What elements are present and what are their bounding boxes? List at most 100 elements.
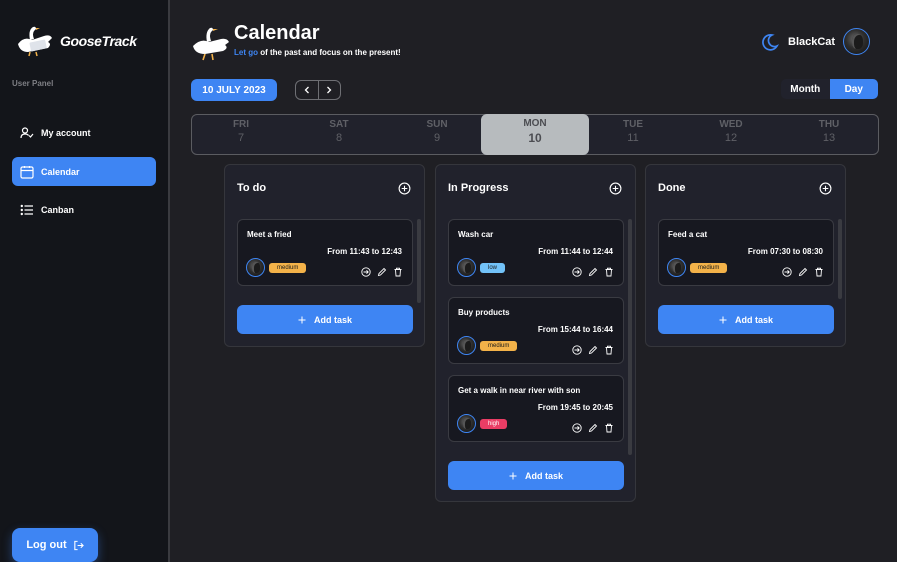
scrollbar[interactable]	[628, 219, 632, 455]
day-cell-mon[interactable]: MON 10	[481, 114, 589, 155]
task-time: From 15:44 to 16:44	[537, 325, 613, 334]
task-card[interactable]: Meet a fried From 11:43 to 12:43 medium	[237, 219, 413, 286]
day-name: SUN	[426, 119, 448, 130]
subtitle-highlight: Let go	[234, 48, 258, 57]
goose-mascot-icon	[193, 27, 229, 61]
task-card[interactable]: Buy products From 15:44 to 16:44 medium	[448, 297, 624, 364]
add-circle-icon[interactable]	[609, 182, 622, 195]
plus-icon	[298, 316, 306, 323]
task-time: From 19:45 to 20:45	[537, 403, 613, 412]
chevron-left-icon	[304, 86, 309, 94]
priority-badge: medium	[269, 262, 307, 273]
day-date: 9	[433, 132, 441, 144]
day-date: 10	[528, 131, 542, 145]
add-task-label: Add task	[524, 470, 563, 481]
task-title: Feed a cat	[668, 230, 708, 239]
column-title: In Progress	[448, 182, 509, 194]
task-title: Buy products	[458, 308, 510, 317]
day-name: MON	[523, 118, 547, 129]
sidebar-item-label: My account	[41, 127, 91, 138]
avatar[interactable]	[843, 28, 870, 55]
column-done: Done Feed a cat From 07:30 to 08:30 medi…	[645, 164, 846, 347]
prev-button[interactable]	[296, 81, 319, 99]
plus-icon	[509, 472, 517, 479]
month-view-button[interactable]: Month	[781, 79, 830, 99]
day-cell-thu[interactable]: THU 13	[780, 115, 878, 154]
day-date: 13	[822, 132, 836, 144]
logout-button[interactable]: Log out	[12, 528, 98, 562]
column-in-progress: In Progress Wash car From 11:44 to 12:44…	[435, 164, 636, 502]
sidebar-item-label: Calendar	[41, 166, 80, 177]
next-button[interactable]	[319, 81, 341, 99]
goose-logo-icon	[18, 26, 52, 57]
day-date: 11	[627, 132, 639, 144]
day-view-button[interactable]: Day	[829, 79, 878, 99]
task-title: Wash car	[458, 230, 494, 239]
calendar-icon	[20, 165, 34, 179]
edit-icon[interactable]	[377, 267, 387, 277]
task-avatar	[246, 258, 265, 277]
move-icon[interactable]	[572, 267, 582, 277]
day-cell-sat[interactable]: SAT 8	[290, 115, 388, 154]
add-task-label: Add task	[313, 314, 352, 325]
trash-icon[interactable]	[604, 345, 614, 355]
day-name: FRI	[232, 119, 250, 130]
edit-icon[interactable]	[798, 267, 808, 277]
logout-label: Log out	[26, 539, 67, 551]
add-task-button[interactable]: Add task	[237, 305, 413, 334]
task-avatar	[457, 258, 476, 277]
edit-icon[interactable]	[588, 423, 598, 433]
day-date: 12	[724, 132, 738, 144]
task-card[interactable]: Wash car From 11:44 to 12:44 low	[448, 219, 624, 286]
column-title: To do	[237, 182, 267, 194]
day-name: THU	[818, 119, 840, 130]
move-icon[interactable]	[572, 423, 582, 433]
edit-icon[interactable]	[588, 345, 598, 355]
add-task-label: Add task	[734, 314, 773, 325]
trash-icon[interactable]	[604, 423, 614, 433]
task-time: From 07:30 to 08:30	[747, 247, 823, 256]
chevron-right-icon	[327, 86, 332, 94]
sidebar-item-my-account[interactable]: My account	[12, 118, 156, 147]
scrollbar[interactable]	[838, 219, 842, 299]
page-subtitle: Let go of the past and focus on the pres…	[234, 48, 401, 57]
moon-icon[interactable]	[759, 32, 779, 52]
trash-icon[interactable]	[604, 267, 614, 277]
sidebar-item-calendar[interactable]: Calendar	[12, 157, 156, 186]
day-cell-sun[interactable]: SUN 9	[388, 115, 486, 154]
task-card[interactable]: Feed a cat From 07:30 to 08:30 medium	[658, 219, 834, 286]
app-root: GooseTrack User Panel My account Calenda…	[0, 0, 897, 562]
add-circle-icon[interactable]	[819, 182, 832, 195]
day-name: WED	[719, 119, 743, 130]
edit-icon[interactable]	[588, 267, 598, 277]
move-icon[interactable]	[361, 267, 371, 277]
day-cell-fri[interactable]: FRI 7	[192, 115, 290, 154]
sidebar-item-canban[interactable]: Canban	[12, 195, 156, 224]
day-name: SAT	[329, 119, 349, 130]
task-card[interactable]: Get a walk in near river with son From 1…	[448, 375, 624, 442]
logout-icon	[73, 540, 84, 550]
scrollbar[interactable]	[417, 219, 421, 303]
task-time: From 11:43 to 12:43	[327, 247, 402, 256]
add-circle-icon[interactable]	[398, 182, 411, 195]
add-task-button[interactable]: Add task	[448, 461, 624, 490]
move-icon[interactable]	[572, 345, 582, 355]
page-title: Calendar	[234, 22, 320, 44]
current-date-label: 10 JULY 2023	[191, 79, 277, 101]
day-cell-tue[interactable]: TUE 11	[584, 115, 682, 154]
subtitle-rest: of the past and focus on the present!	[258, 48, 401, 57]
trash-icon[interactable]	[393, 267, 403, 277]
move-icon[interactable]	[782, 267, 792, 277]
task-avatar	[667, 258, 686, 277]
day-date: 7	[237, 132, 245, 144]
trash-icon[interactable]	[814, 267, 824, 277]
add-task-button[interactable]: Add task	[658, 305, 834, 334]
plus-icon	[719, 316, 727, 323]
priority-badge: medium	[690, 262, 728, 273]
day-cell-wed[interactable]: WED 12	[682, 115, 780, 154]
week-strip: FRI 7 SAT 8 SUN 9 MON 10 TUE 11 WED 12 THU 13	[191, 114, 879, 155]
user-check-icon	[20, 126, 34, 138]
logo[interactable]: GooseTrack	[14, 24, 137, 58]
task-time: From 11:44 to 12:44	[538, 247, 613, 256]
column-todo: To do Meet a fried From 11:43 to 12:43 m…	[224, 164, 425, 347]
